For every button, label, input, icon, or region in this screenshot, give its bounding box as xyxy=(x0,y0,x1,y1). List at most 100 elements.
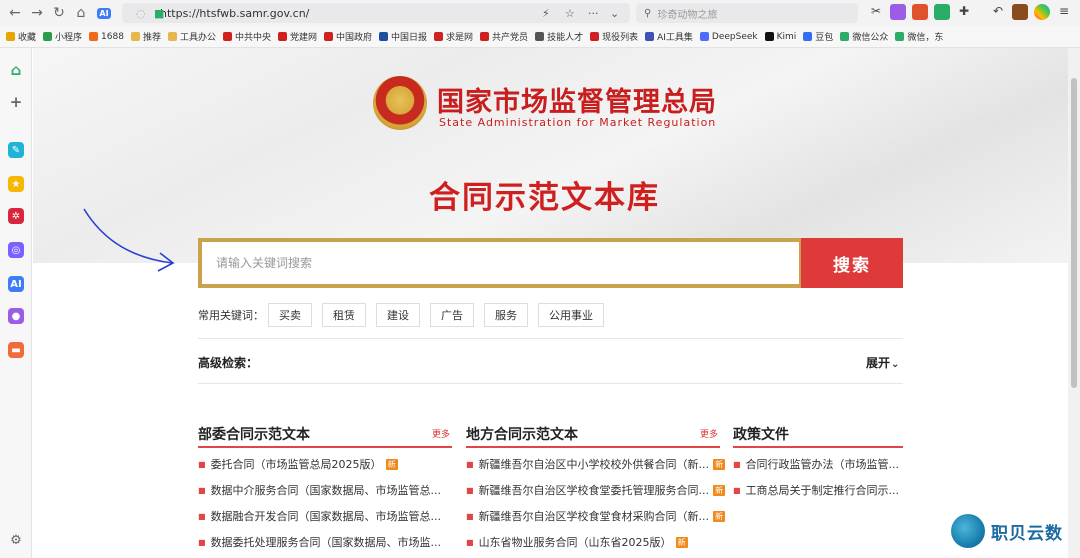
agency-name-cn: 国家市场监督管理总局 xyxy=(437,87,717,118)
extension-icon-2[interactable] xyxy=(912,4,928,20)
game-icon[interactable]: ▬ xyxy=(8,342,24,358)
page-scrollbar[interactable] xyxy=(1068,48,1080,558)
watermark: 职贝云数 xyxy=(951,514,1063,548)
keyword-tag[interactable]: 服务 xyxy=(484,303,528,327)
bookmark-item[interactable]: 收藏 xyxy=(6,30,36,43)
browser-search-input[interactable]: ⚲ 珍奇动物之旅 xyxy=(636,3,858,23)
bookmark-item[interactable]: 共产党员 xyxy=(480,30,528,43)
back-icon[interactable]: ← xyxy=(4,2,26,24)
national-emblem-icon xyxy=(373,76,427,130)
list-item[interactable]: ■ 数据中介服务合同（国家数据局、市场监管总... xyxy=(198,482,441,498)
bullet-icon: ■ xyxy=(466,459,474,469)
more-link[interactable]: 更多 xyxy=(432,427,450,440)
plus-icon[interactable]: + xyxy=(8,93,24,111)
address-bar[interactable]: ◌ ■ https://htsfwb.samr.gov.cn/ ⚡ ☆ ··· … xyxy=(122,3,630,23)
watermark-logo-icon xyxy=(951,514,985,548)
double-chevron-down-icon: ⌄ xyxy=(891,359,900,370)
bookmark-item[interactable]: 党建网 xyxy=(277,30,317,43)
profile-icon[interactable] xyxy=(1034,4,1050,20)
bookmark-item[interactable]: 小程序 xyxy=(43,30,82,43)
bookmark-label: 技能人才 xyxy=(547,33,584,43)
reload-icon[interactable]: ↻ xyxy=(48,2,70,24)
bookmark-item[interactable]: 技能人才 xyxy=(535,30,583,43)
bullet-icon: ■ xyxy=(733,459,741,469)
keyword-tag[interactable]: 租赁 xyxy=(322,303,366,327)
bookmark-item[interactable]: 工具办公 xyxy=(167,30,216,43)
item-text: 新疆维吾尔自治区中小学校校外供餐合同（新... xyxy=(478,458,710,471)
keyword-tag[interactable]: 广告 xyxy=(430,303,474,327)
site-info-icon[interactable]: ◌ xyxy=(136,7,146,20)
extension-icon-3[interactable] xyxy=(934,4,950,20)
keyword-tag[interactable]: 买卖 xyxy=(268,303,312,327)
bullet-icon: ■ xyxy=(466,511,474,521)
keyword-tag[interactable]: 公用事业 xyxy=(538,303,604,327)
bookmark-item[interactable]: 现役列表 xyxy=(590,30,638,43)
expand-button[interactable]: 展开⌄ xyxy=(866,354,899,371)
new-badge: 新 xyxy=(713,458,726,470)
list-item[interactable]: ■ 委托合同（市场监管总局2025版）新 xyxy=(198,456,398,472)
app-icon-1[interactable]: ✎ xyxy=(8,142,24,158)
forward-icon[interactable]: → xyxy=(26,2,48,24)
keyword-tag[interactable]: 建设 xyxy=(376,303,420,327)
bookmark-favicon-icon xyxy=(480,32,490,41)
scissors-icon[interactable]: ✂ xyxy=(868,4,884,20)
undo-icon[interactable]: ↶ xyxy=(990,4,1006,20)
home-browser-icon[interactable]: ⌂ xyxy=(70,2,92,24)
list-item[interactable]: ■ 合同行政监管办法（市场监管... xyxy=(733,456,899,472)
puzzle-icon[interactable]: ✚ xyxy=(956,4,972,20)
bookmark-favicon-icon xyxy=(167,32,177,41)
chevron-down-icon[interactable]: ⌄ xyxy=(610,7,619,20)
list-item[interactable]: ■ 工商总局关于制定推行合同示... xyxy=(733,482,899,498)
list-item[interactable]: ■ 数据委托处理服务合同（国家数据局、市场监... xyxy=(198,534,441,550)
new-badge: 新 xyxy=(713,484,726,496)
url-text: https://htsfwb.samr.gov.cn/ xyxy=(160,6,310,20)
scrollbar-thumb[interactable] xyxy=(1071,78,1077,388)
search-input[interactable] xyxy=(216,256,776,270)
menu-icon[interactable]: ≡ xyxy=(1056,4,1072,20)
divider xyxy=(198,383,903,384)
bookmark-item[interactable]: Kimi xyxy=(764,32,796,42)
bullet-icon: ■ xyxy=(466,537,474,547)
star-icon[interactable]: ★ xyxy=(8,176,24,192)
bookmark-label: 中国政府 xyxy=(336,33,373,43)
list-item[interactable]: ■ 新疆维吾尔自治区学校食堂委托管理服务合同... 新 xyxy=(466,482,726,498)
list-item[interactable]: ■ 新疆维吾尔自治区学校食堂食材采购合同（新... 新 xyxy=(466,508,726,524)
bookmark-item[interactable]: 豆包 xyxy=(803,30,833,43)
settings-icon[interactable]: ⚙ xyxy=(8,532,24,548)
bookmark-item[interactable]: 中国政府 xyxy=(324,30,372,43)
bookmark-item[interactable]: 中国日报 xyxy=(379,30,427,43)
bookmark-item[interactable]: 微信，东 xyxy=(895,30,943,43)
bookmark-item[interactable]: 1688 xyxy=(89,32,124,42)
more-link[interactable]: 更多 xyxy=(700,427,718,440)
bookmark-label: 推荐 xyxy=(142,33,161,43)
robot-icon[interactable]: ● xyxy=(8,308,24,324)
wallet-icon[interactable] xyxy=(1012,4,1028,20)
lightning-icon[interactable]: ⚡ xyxy=(542,7,550,20)
bookmark-item[interactable]: 中共中央 xyxy=(222,30,271,43)
bookmark-item[interactable]: 微信公众 xyxy=(840,30,888,43)
page-content: 国家市场监督管理总局 State Administration for Mark… xyxy=(33,48,1068,558)
bookmark-label: 微信，东 xyxy=(907,33,944,43)
lock-icon: ■ xyxy=(154,6,165,20)
home-icon[interactable]: ⌂ xyxy=(8,61,24,79)
more-icon[interactable]: ··· xyxy=(588,7,599,20)
bookmark-item[interactable]: AI工具集 xyxy=(645,30,693,43)
bookmark-item[interactable]: 求是网 xyxy=(434,30,473,43)
extension-icon-1[interactable] xyxy=(890,4,906,20)
bookmark-favicon-icon xyxy=(379,32,389,41)
ai-browser-icon[interactable]: AI xyxy=(93,2,115,24)
list-item[interactable]: ■ 新疆维吾尔自治区中小学校校外供餐合同（新... 新 xyxy=(466,456,726,472)
list-item[interactable]: ■ 山东省物业服务合同（山东省2025版）新 xyxy=(466,534,688,550)
app-icon-2[interactable]: ✲ xyxy=(8,208,24,224)
list-item[interactable]: ■ 数据融合开发合同（国家数据局、市场监管总... xyxy=(198,508,441,524)
search-button[interactable]: 搜索 xyxy=(801,238,903,288)
ai-icon[interactable]: AI xyxy=(8,276,24,292)
browser-toolbar: ← → ↻ ⌂ AI ◌ ■ https://htsfwb.samr.gov.c… xyxy=(0,0,1080,26)
bookmark-item[interactable]: 推荐 xyxy=(130,30,161,43)
bookmark-favicon-icon xyxy=(645,32,655,41)
bookmark-favicon-icon xyxy=(434,32,444,41)
bookmark-star-icon[interactable]: ☆ xyxy=(565,7,575,20)
app-icon-3[interactable]: ◎ xyxy=(8,242,24,258)
keywords-label: 常用关键词： xyxy=(198,309,264,322)
bookmark-item[interactable]: DeepSeek xyxy=(699,32,758,42)
